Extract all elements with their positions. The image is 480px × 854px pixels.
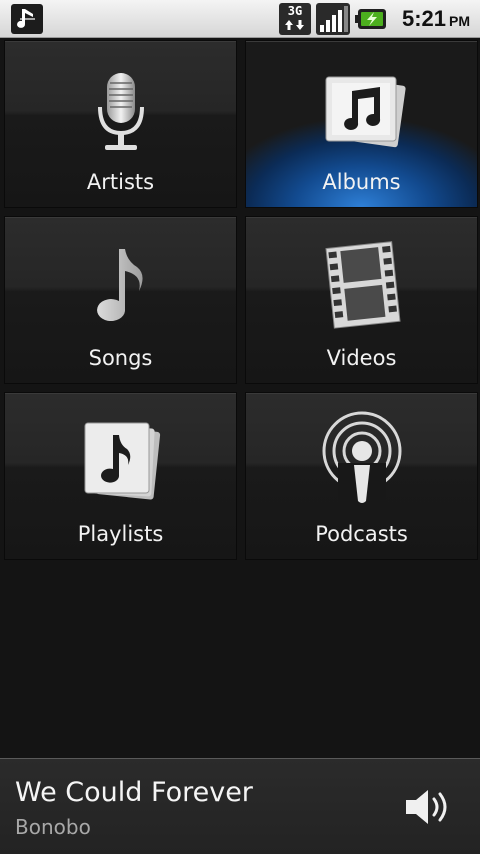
status-clock: 5:21 PM (402, 5, 470, 35)
tile-videos[interactable]: Videos (245, 216, 478, 384)
tile-label-podcasts: Podcasts (315, 522, 408, 546)
tile-label-videos: Videos (326, 346, 397, 370)
music-note-icon (73, 235, 169, 331)
battery-charging-icon (355, 8, 387, 30)
now-playing-title: We Could Forever (15, 777, 253, 808)
tile-label-albums: Albums (322, 170, 401, 194)
status-bar: 3G 5:21 PM (0, 0, 480, 38)
clock-time: 5:21 (401, 6, 446, 31)
podcast-icon (314, 411, 410, 507)
speaker-icon[interactable] (404, 787, 452, 827)
tile-songs[interactable]: Songs (4, 216, 237, 384)
now-playing-bar[interactable]: We Could Forever Bonobo (0, 758, 480, 854)
music-notification-icon (11, 4, 43, 34)
tile-playlists[interactable]: Playlists (4, 392, 237, 560)
signal-strength-icon (316, 3, 350, 35)
album-icon (314, 59, 410, 155)
clock-ampm: PM (449, 13, 470, 29)
tile-label-artists: Artists (86, 170, 155, 194)
tile-artists[interactable]: Artists (4, 40, 237, 208)
tile-albums[interactable]: Albums (245, 40, 478, 208)
film-strip-icon (314, 235, 410, 331)
network-3g-icon: 3G (279, 3, 311, 35)
tile-label-playlists: Playlists (77, 522, 164, 546)
now-playing-artist: Bonobo (15, 815, 91, 839)
playlist-icon (73, 411, 169, 507)
tile-podcasts[interactable]: Podcasts (245, 392, 478, 560)
microphone-icon (73, 59, 169, 155)
tile-label-songs: Songs (88, 346, 153, 370)
